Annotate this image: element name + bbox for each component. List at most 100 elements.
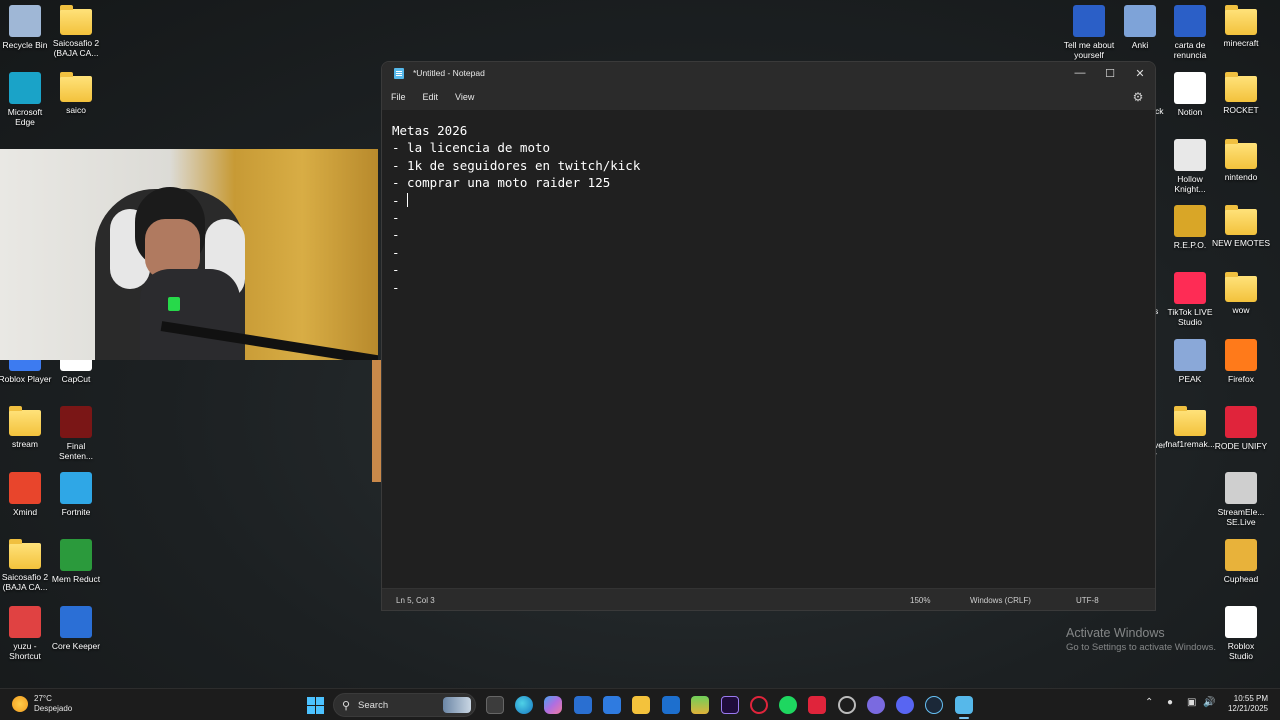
notepad-window[interactable]: *Untitled - Notepad — ☐ ✕ File Edit View… [381, 61, 1156, 611]
background-window-edge [372, 360, 381, 482]
mem-reduct-icon [60, 539, 92, 571]
roblox-studio-icon [1225, 606, 1257, 638]
search-icon: ⚲ [342, 700, 351, 712]
folder-icon [1225, 205, 1257, 235]
taskbar: 27°C Despejado ⚲ Search ⌃ ● ▣ 🔊 10:55 PM… [0, 688, 1280, 720]
desktop-icon[interactable]: Roblox Studio [1209, 606, 1273, 661]
menu-file[interactable]: File [383, 92, 414, 102]
repo-icon [1174, 205, 1206, 237]
desktop-icon[interactable]: nintendo [1209, 139, 1273, 182]
taskbar-clock[interactable]: 10:55 PM 12/21/2025 [1228, 694, 1268, 714]
green-light [168, 297, 180, 311]
desktop-icon-label: Firefox [1228, 374, 1254, 384]
notepad-taskbar-icon[interactable] [955, 696, 973, 719]
premiere-icon[interactable] [721, 696, 739, 714]
desktop-icon-label: Final Senten... [58, 441, 94, 461]
edge-taskbar-icon[interactable] [515, 696, 533, 714]
app-icon[interactable] [838, 696, 856, 714]
desktop-icon[interactable]: Saicosafio 2 (BAJA CA... [44, 5, 108, 58]
desktop-icon[interactable]: saico [44, 72, 108, 115]
store-icon[interactable] [603, 696, 621, 714]
minecraft-launcher-icon[interactable] [691, 696, 709, 714]
desktop-icon-label: RODE UNIFY [1214, 441, 1268, 451]
text-line: - la licencia de moto [392, 140, 551, 156]
recycle-bin-icon [9, 5, 41, 37]
desktop-icon[interactable]: StreamEle... SE.Live [1209, 472, 1273, 527]
text-editor[interactable]: Metas 2026 - la licencia de moto - 1k de… [382, 110, 1155, 590]
desktop-icon-label: CapCut [61, 374, 91, 384]
task-view-icon[interactable] [486, 696, 504, 714]
volume-icon[interactable]: 🔊 [1203, 697, 1215, 708]
spotify-icon[interactable] [779, 696, 797, 714]
close-button[interactable]: ✕ [1125, 62, 1155, 84]
desktop-icon-label: Fortnite [61, 507, 91, 517]
discord-icon[interactable] [896, 696, 914, 714]
maximize-button[interactable]: ☐ [1095, 62, 1125, 84]
clock-date: 12/21/2025 [1227, 704, 1268, 713]
file-explorer-icon[interactable] [632, 696, 650, 714]
window-title: *Untitled - Notepad [413, 68, 485, 78]
mail-icon[interactable] [662, 696, 680, 714]
text-line: - 1k de seguidores en twitch/kick [392, 157, 641, 173]
opera-gx-icon[interactable] [750, 696, 768, 714]
person-body [140, 269, 240, 360]
menu-edit[interactable]: Edit [415, 92, 447, 102]
folder-icon [1225, 272, 1257, 302]
taskbar-search[interactable]: ⚲ Search [333, 693, 476, 717]
search-highlight-image [443, 697, 471, 713]
weather-widget[interactable]: 27°C Despejado [12, 694, 72, 714]
folder-icon [1225, 5, 1257, 35]
notion-icon [1174, 72, 1206, 104]
desktop-icon-label: nintendo [1224, 172, 1258, 182]
desktop-icon[interactable]: Firefox [1209, 339, 1273, 384]
encoding[interactable]: UTF-8 [1076, 596, 1099, 605]
copilot-icon[interactable] [544, 696, 562, 714]
clock-time: 10:55 PM [1233, 694, 1268, 703]
start-button[interactable] [307, 697, 324, 714]
line-ending[interactable]: Windows (CRLF) [970, 596, 1031, 605]
microphone-icon[interactable]: ● [1167, 697, 1173, 708]
desktop-icon[interactable]: wow [1209, 272, 1273, 315]
desktop-icon[interactable]: Final Senten... [44, 406, 108, 461]
zoom-level[interactable]: 150% [910, 596, 930, 605]
rode-unify-icon [1225, 406, 1257, 438]
calendar-app-icon[interactable] [574, 696, 592, 714]
text-line: - [392, 209, 400, 225]
menu-view[interactable]: View [447, 92, 482, 102]
desktop-icon-label: Cuphead [1223, 574, 1259, 584]
steam-icon[interactable] [925, 696, 943, 714]
weather-sun-icon [12, 696, 28, 712]
desktop-icon[interactable]: RODE UNIFY [1209, 406, 1273, 451]
desktop-icon[interactable]: Mem Reduct [44, 539, 108, 584]
word-doc-icon [1073, 5, 1105, 37]
xmind-icon [9, 472, 41, 504]
text-line: - comprar una moto raider 125 [392, 175, 611, 191]
folder-icon [60, 5, 92, 35]
notepad-titlebar[interactable]: *Untitled - Notepad — ☐ ✕ [382, 62, 1155, 84]
twitch-tool-icon[interactable] [867, 696, 885, 714]
folder-icon [9, 406, 41, 436]
folder-icon [1225, 72, 1257, 102]
window-controls: — ☐ ✕ [1065, 62, 1155, 84]
minimize-button[interactable]: — [1065, 62, 1095, 84]
cursor-position: Ln 5, Col 3 [396, 596, 435, 605]
desktop-icon[interactable]: Cuphead [1209, 539, 1273, 584]
edge-icon [9, 72, 41, 104]
menu-bar: File Edit View ⚙ [382, 84, 1155, 110]
desktop-icon-label: ROCKET [1223, 105, 1259, 115]
desktop-icon[interactable]: minecraft [1209, 5, 1273, 48]
network-icon[interactable]: ▣ [1187, 697, 1196, 708]
desktop-icon[interactable]: NEW EMOTES [1209, 205, 1273, 248]
activate-windows-watermark: Activate Windows Go to Settings to activ… [1066, 626, 1216, 653]
desktop-icon-label: Mem Reduct [51, 574, 101, 584]
notepad-icon [394, 67, 404, 79]
desktop-icon[interactable]: Fortnite [44, 472, 108, 517]
settings-gear-icon[interactable]: ⚙ [1131, 90, 1145, 104]
desktop-icon[interactable]: Core Keeper [44, 606, 108, 651]
desktop-icon[interactable]: ROCKET [1209, 72, 1273, 115]
desktop-icon-label: Roblox Studio [1227, 641, 1255, 661]
core-keeper-icon [60, 606, 92, 638]
tray-chevron-icon[interactable]: ⌃ [1145, 697, 1153, 708]
text-line: - [392, 279, 400, 295]
rode-icon[interactable] [808, 696, 826, 714]
